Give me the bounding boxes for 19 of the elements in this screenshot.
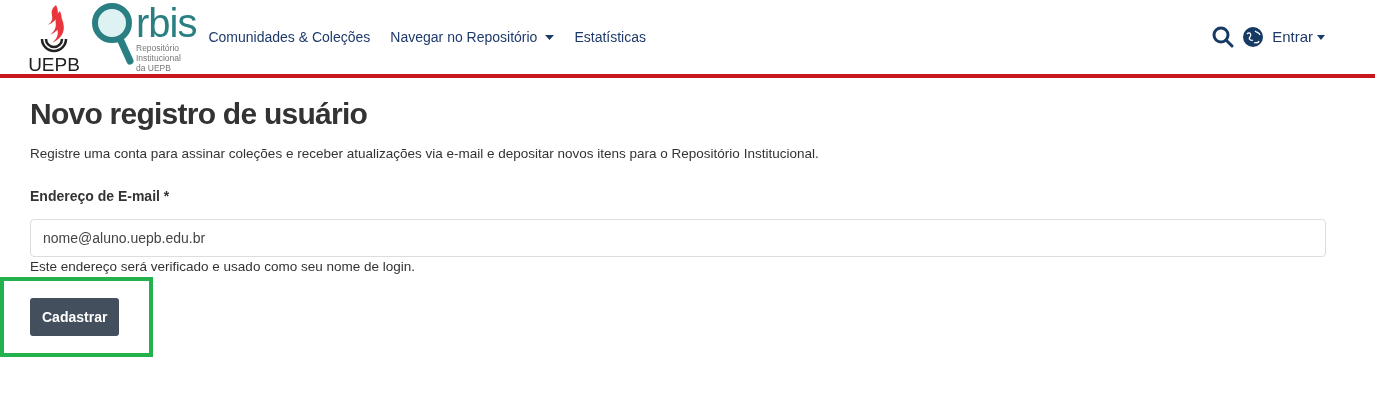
login-link[interactable]: Entrar bbox=[1272, 25, 1325, 49]
brand-subtitle: da UEPB bbox=[136, 63, 172, 73]
nav-link[interactable]: Navegar no Repositório bbox=[390, 26, 555, 48]
submit-button[interactable]: Cadastrar bbox=[30, 298, 120, 337]
brand-subtitle: Institucional bbox=[136, 53, 182, 63]
brand-subtitle: Repositório bbox=[136, 43, 180, 53]
intro-text: Registre uma conta para assinar coleções e receber atualizações via e-mail e depositar novos itens para o Repositório Institucional. bbox=[30, 145, 820, 163]
nav-link[interactable]: Estatísticas bbox=[574, 26, 646, 48]
nav-link[interactable]: Comunidades & Coleções bbox=[208, 26, 371, 48]
field-label: Endereço de E-mail * bbox=[30, 187, 171, 207]
logo-text: UEPB bbox=[28, 55, 80, 74]
logo[interactable]: UEPB bbox=[28, 0, 80, 75]
caret-icon bbox=[1317, 34, 1325, 40]
page-title: Novo registro de usuário bbox=[30, 96, 369, 132]
email-field[interactable]: nome@aluno.uepb.edu.br bbox=[30, 219, 1326, 258]
search-icon[interactable] bbox=[1212, 26, 1235, 48]
help-text: Este endereço será verificado e usado como seu nome de login. bbox=[30, 258, 416, 276]
brand-text: rbis bbox=[136, 3, 197, 43]
globe-icon[interactable] bbox=[1242, 26, 1265, 48]
